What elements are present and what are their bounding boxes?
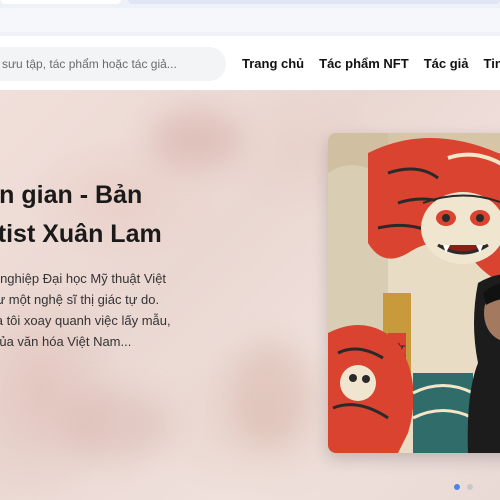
hero-description-line: ũ của văn hóa Việt Nam... [0, 334, 132, 349]
hero-description-line: như một nghệ sĩ thị giác tự do. [0, 292, 160, 307]
hero-background-blur [150, 110, 240, 170]
browser-tab[interactable] [0, 0, 122, 4]
browser-tab-strip [128, 0, 500, 4]
hero-description-line: tốt nghiệp Đại học Mỹ thuật Việt [0, 271, 167, 286]
carousel-dots [454, 484, 480, 490]
hero-title: dân gian - Bản Artist Xuân Lam [0, 176, 300, 254]
hero-banner: dân gian - Bản Artist Xuân Lam tốt nghiệ… [0, 90, 500, 500]
search-box [0, 47, 226, 81]
nav-news[interactable]: Tin [484, 56, 500, 71]
browser-chrome [0, 0, 500, 37]
hero-description: tốt nghiệp Đại học Mỹ thuật Việt như một… [0, 268, 282, 352]
hero-background-blur [60, 390, 170, 460]
artwork-image[interactable]: 文 [328, 133, 500, 453]
nav-home[interactable]: Trang chủ [242, 56, 304, 71]
hero-background-blur [230, 340, 310, 450]
site-header: Trang chủ Tác phẩm NFT Tác giả Tin [0, 36, 500, 91]
carousel-dot[interactable] [467, 484, 473, 490]
browser-toolbar [0, 8, 500, 32]
hero-description-line: của tôi xoay quanh việc lấy mẫu, [0, 313, 171, 328]
hero-title-line: Artist Xuân Lam [0, 220, 162, 248]
tiger-folk-painting-image: 文 [328, 133, 500, 453]
hero-title-line: dân gian - Bản [0, 181, 143, 209]
nav-nft-artworks[interactable]: Tác phẩm NFT [319, 56, 409, 71]
nav-artists[interactable]: Tác giả [424, 56, 469, 71]
main-nav: Trang chủ Tác phẩm NFT Tác giả Tin [242, 56, 500, 71]
search-input[interactable] [0, 56, 214, 72]
carousel-dot[interactable] [454, 484, 460, 490]
